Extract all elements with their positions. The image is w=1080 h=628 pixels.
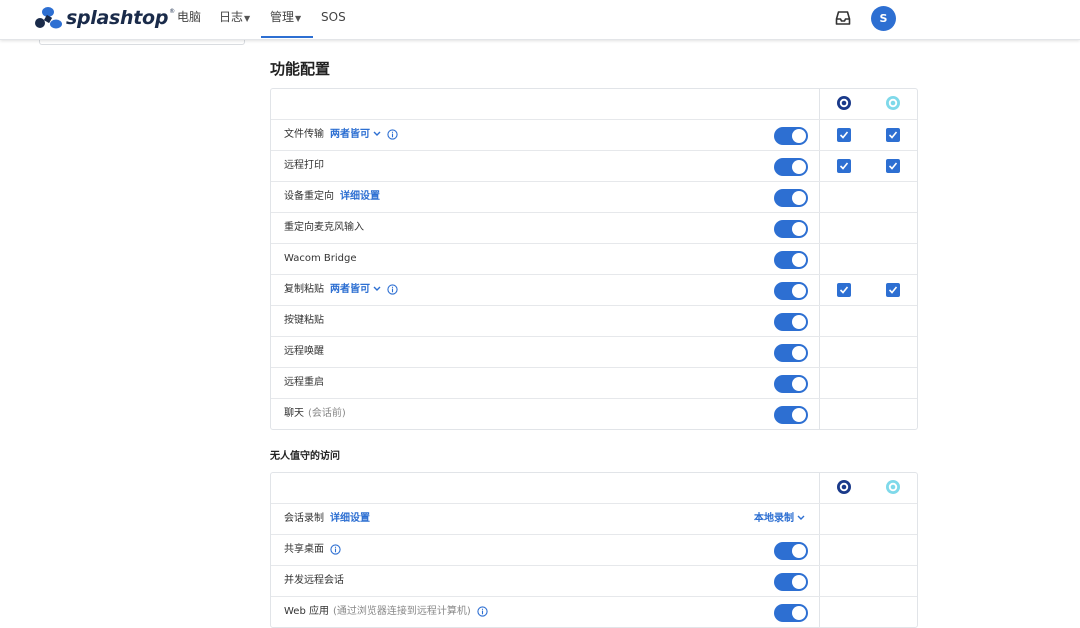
device-redirect-settings-link[interactable]: 详细设置 [340,191,380,202]
remote-print-toggle[interactable] [774,158,808,176]
user-avatar[interactable]: S [871,6,896,31]
info-icon[interactable] [387,283,398,295]
feature-label: 设备重定向 [284,191,334,202]
check-icon [888,286,898,294]
mic-redirect-toggle[interactable] [774,220,808,238]
feature-config-table: 文件传输 两者皆可 远程打印 设备重定向 详细设置 重定向麦克风输入 Wacom B… [270,88,918,430]
nav-management[interactable]: 管理▼ [261,0,313,38]
info-icon[interactable] [330,543,341,555]
feature-row-wacom-bridge: Wacom Bridge [271,243,917,274]
feature-label: 远程打印 [284,160,324,171]
caret-down-icon: ▼ [244,14,251,23]
file-transfer-business-checkbox[interactable] [837,128,851,142]
remote-print-sos-checkbox[interactable] [886,159,900,173]
top-navbar: splashtop ® 电脑 日志▼ 管理▼ SOS S [0,0,1080,40]
feature-row-keystroke-paste: 按键粘贴 [271,305,917,336]
feature-label: Web 应用 [284,606,329,617]
feature-label: Wacom Bridge [284,253,357,264]
feature-row-mic-redirect: 重定向麦克风输入 [271,212,917,243]
splashtop-logo[interactable]: splashtop ® [34,4,175,32]
nav-computers[interactable]: 电脑 [177,0,201,38]
check-icon [839,131,849,139]
chevron-down-icon [373,131,381,136]
copy-paste-business-checkbox[interactable] [837,283,851,297]
logo-registered-mark: ® [169,7,176,15]
section-title-unattended: 无人值守的访问 [270,451,340,462]
feature-label: 文件传输 [284,129,324,140]
chat-toggle[interactable] [774,406,808,424]
nav-sos-label: SOS [321,10,346,24]
nav-computers-label: 电脑 [177,10,202,24]
recording-mode-dropdown[interactable]: 本地录制 [754,504,805,534]
info-icon[interactable] [387,128,398,140]
feature-label: 并发远程会话 [284,575,344,586]
remote-wake-toggle[interactable] [774,344,808,362]
table-header-row [271,89,917,119]
feature-row-session-recording: 会话录制 详细设置 本地录制 [271,503,917,534]
unattended-access-table: 会话录制 详细设置 本地录制 共享桌面 并发远程会话 Web 应用 (通过浏览器连接… [270,472,918,628]
feature-row-concurrent-sessions: 并发远程会话 [271,565,917,596]
business-app-icon [837,480,851,494]
feature-row-chat: 聊天 (会话前) [271,398,917,429]
share-desktop-toggle[interactable] [774,542,808,560]
dropdown-value: 两者皆可 [330,129,370,140]
feature-label: 聊天 [284,408,304,419]
feature-note: (通过浏览器连接到远程计算机) [332,606,471,617]
feature-row-share-desktop: 共享桌面 [271,534,917,565]
feature-label: 共享桌面 [284,544,324,555]
nav-logs[interactable]: 日志▼ [219,0,250,38]
page-title: 功能配置 [270,60,331,78]
web-app-toggle[interactable] [774,604,808,622]
remote-print-business-checkbox[interactable] [837,159,851,173]
feature-row-device-redirect: 设备重定向 详细设置 [271,181,917,212]
logo-wordmark: splashtop [66,7,169,29]
nav-management-label: 管理 [270,10,295,24]
copy-paste-toggle[interactable] [774,282,808,300]
check-icon [839,162,849,170]
feature-row-copy-paste: 复制粘贴 两者皆可 [271,274,917,305]
feature-row-file-transfer: 文件传输 两者皆可 [271,119,917,150]
feature-label: 复制粘贴 [284,284,324,295]
device-redirect-toggle[interactable] [774,189,808,207]
info-icon[interactable] [477,605,488,617]
sos-app-icon [886,96,900,110]
file-transfer-mode-dropdown[interactable]: 两者皆可 [330,129,381,140]
copy-paste-mode-dropdown[interactable]: 两者皆可 [330,284,381,295]
feature-label: 按键粘贴 [284,315,324,326]
chevron-down-icon [373,286,381,291]
splashtop-logo-icon [35,7,62,29]
chevron-down-icon [797,515,805,520]
copy-paste-sos-checkbox[interactable] [886,283,900,297]
feature-row-remote-reboot: 远程重启 [271,367,917,398]
remote-reboot-toggle[interactable] [774,375,808,393]
file-transfer-toggle[interactable] [774,127,808,145]
feature-row-remote-print: 远程打印 [271,150,917,181]
check-icon [888,131,898,139]
feature-label: 远程唤醒 [284,346,324,357]
table-header-row [271,473,917,503]
feature-label: 重定向麦克风输入 [284,222,364,233]
caret-down-icon: ▼ [295,14,302,23]
feature-label: 会话录制 [284,513,324,524]
check-icon [839,286,849,294]
dropdown-value: 两者皆可 [330,284,370,295]
file-transfer-sos-checkbox[interactable] [886,128,900,142]
feature-row-remote-wake: 远程唤醒 [271,336,917,367]
check-icon [888,162,898,170]
dropdown-value: 本地录制 [754,513,794,524]
feature-row-web-app: Web 应用 (通过浏览器连接到远程计算机) [271,596,917,627]
keystroke-paste-toggle[interactable] [774,313,808,331]
nav-logs-label: 日志 [219,10,244,24]
sos-app-icon [886,480,900,494]
business-app-icon [837,96,851,110]
nav-sos[interactable]: SOS [321,0,346,38]
inbox-icon[interactable] [834,9,852,27]
concurrent-sessions-toggle[interactable] [774,573,808,591]
feature-label: 远程重启 [284,377,324,388]
feature-note: (会话前) [308,408,346,419]
wacom-bridge-toggle[interactable] [774,251,808,269]
session-recording-settings-link[interactable]: 详细设置 [330,513,370,524]
